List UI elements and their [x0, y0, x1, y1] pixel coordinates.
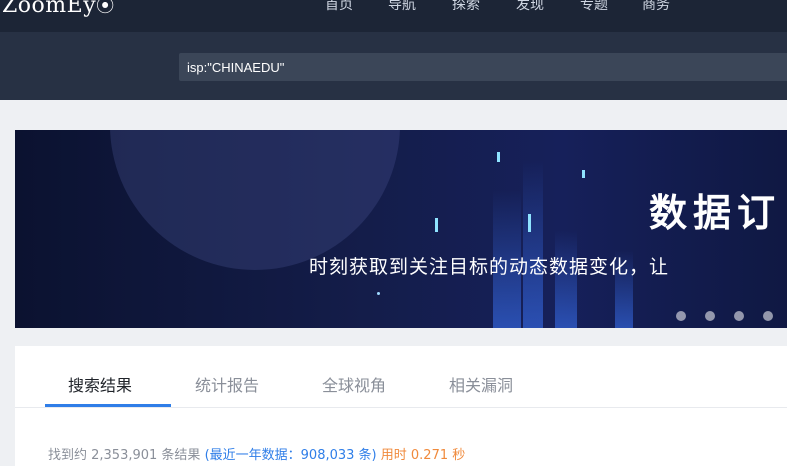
nav-item-home[interactable]: 首页	[325, 0, 353, 14]
results-panel: 搜索结果 统计报告 全球视角 相关漏洞 找到约 2,353,901 条结果 (最…	[15, 346, 787, 466]
banner-spark	[435, 218, 438, 232]
nav-item-topics[interactable]: 专题	[580, 0, 608, 14]
banner-title: 数据订	[649, 191, 782, 235]
eye-icon: ⦿	[96, 0, 115, 17]
nav-item-navigation[interactable]: 导航	[388, 0, 416, 14]
recent-year-link[interactable]: (最近一年数据：908,033 条)	[205, 448, 377, 463]
banner-dot	[377, 292, 380, 295]
banner-light-beam	[555, 230, 577, 328]
banner-spark	[528, 214, 531, 232]
result-tabs: 搜索结果 统计报告 全球视角 相关漏洞	[15, 346, 787, 408]
nav-item-business[interactable]: 商务	[642, 0, 670, 14]
search-bar	[0, 32, 787, 100]
search-input[interactable]	[179, 53, 787, 81]
nav-item-explore[interactable]: 探索	[452, 0, 480, 14]
active-tab-indicator	[45, 404, 171, 407]
query-time: 用时 0.271 秒	[380, 448, 466, 463]
zoomeye-logo[interactable]: ZoomEy⦿	[2, 0, 115, 18]
top-nav: ZoomEy⦿ 首页 导航 探索 发现 专题 商务	[0, 0, 787, 32]
banner-subtitle: 时刻获取到关注目标的动态数据变化，让	[309, 256, 670, 278]
carousel-dot[interactable]	[763, 311, 773, 321]
tab-global-view[interactable]: 全球视角	[322, 372, 386, 396]
banner-spark	[497, 152, 500, 162]
promo-banner[interactable]: 数据订 时刻获取到关注目标的动态数据变化，让	[15, 130, 787, 328]
tab-stats-report[interactable]: 统计报告	[195, 372, 259, 396]
result-count: 找到约 2,353,901 条结果	[48, 448, 201, 463]
logo-text: ZoomEy	[2, 0, 97, 18]
carousel-dot[interactable]	[705, 311, 715, 321]
carousel-dot[interactable]	[734, 311, 744, 321]
banner-decor-circle	[110, 130, 400, 270]
tab-related-vulns[interactable]: 相关漏洞	[449, 372, 513, 396]
carousel-dot[interactable]	[676, 311, 686, 321]
tab-search-results[interactable]: 搜索结果	[68, 372, 132, 396]
result-summary: 找到约 2,353,901 条结果 (最近一年数据：908,033 条) 用时 …	[48, 444, 465, 463]
banner-light-beam	[523, 160, 543, 328]
banner-spark	[582, 170, 585, 178]
nav-item-discover[interactable]: 发现	[516, 0, 544, 14]
